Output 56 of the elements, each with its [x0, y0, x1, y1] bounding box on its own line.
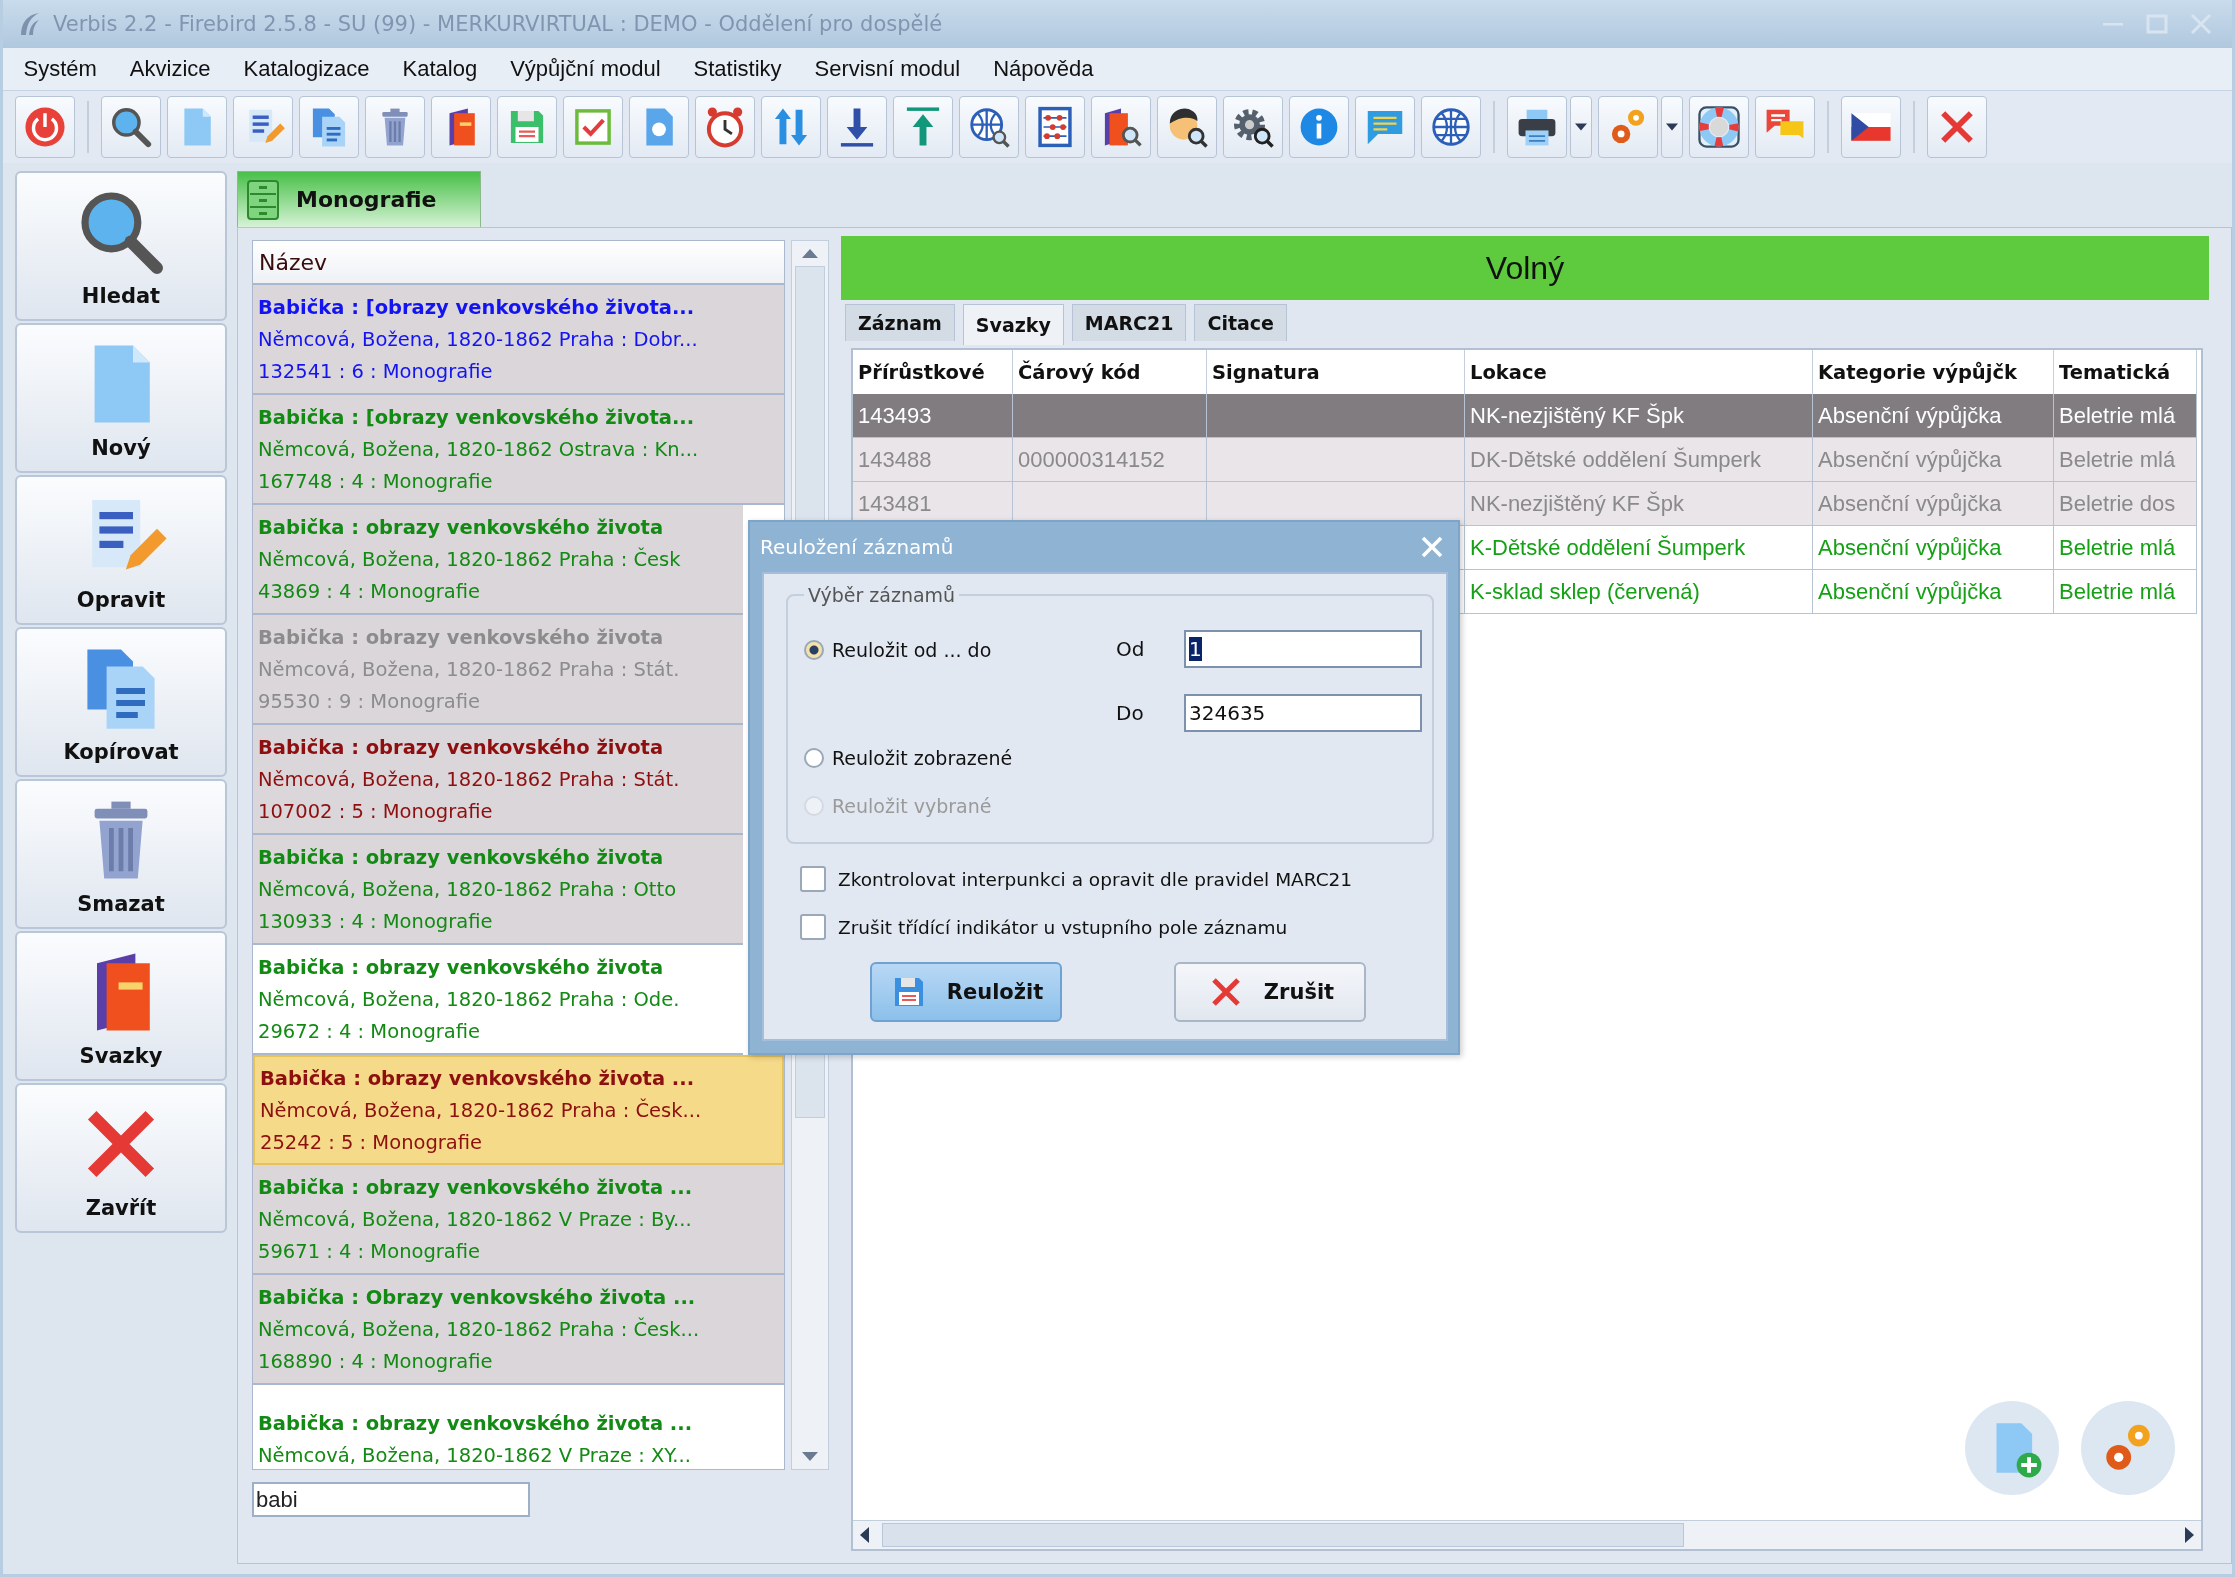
record-title: Babička : Obrazy venkovského života ... [258, 1284, 697, 1311]
record-info: 29672 : 4 : Monografie [258, 1018, 482, 1045]
record-title: Babička : obrazy venkovského života [258, 514, 665, 541]
table-cell: K-sklad sklep (červená) [1465, 570, 1813, 614]
table-cell: 143493 [853, 394, 1013, 438]
record-title: Babička : obrazy venkovského života [258, 734, 665, 761]
record-title: Babička : [obrazy venkovského života... [258, 404, 696, 431]
record-info: 168890 : 4 : Monografie [258, 1348, 494, 1375]
table-cell: 143488 [853, 438, 1013, 482]
window-title: Verbis 2.2 - Firebird 2.5.8 - SU (99) - MERKURVIRTUAL : DEMO - Oddělení pro dospělé [53, 12, 943, 36]
record-title: Babička : obrazy venkovského života [258, 954, 665, 981]
record-info: 25242 : 5 : Monografie [260, 1129, 484, 1156]
table-cell: Beletrie mlá [2054, 526, 2197, 570]
record-title: Babička : obrazy venkovského života [258, 624, 665, 651]
record-author: Němcová, Božena, 1820-1862 Ostrava : Kn... [258, 436, 700, 463]
group-title: Výběr záznamů [807, 584, 957, 606]
table-cell: NK-nezjištěný KF Špk [1465, 394, 1813, 438]
table-cell: Beletrie mlá [2054, 438, 2197, 482]
dialog-title: Reuložení záznamů [760, 535, 954, 559]
table-cell: NK-nezjištěný KF Špk [1465, 482, 1813, 526]
table-cell: Absenční výpůjčka [1813, 438, 2054, 482]
record-title: Babička : obrazy venkovského života ... [260, 1065, 696, 1092]
record-author: Němcová, Božena, 1820-1862 Praha : Stát. [258, 766, 681, 793]
table-cell: K-Dětské oddělení Šumperk [1465, 526, 1813, 570]
record-author: Němcová, Božena, 1820-1862 V Praze : XY... [258, 1442, 692, 1469]
record-info: 132541 : 6 : Monografie [258, 358, 494, 385]
record-info: 130933 : 4 : Monografie [258, 908, 494, 935]
table-cell: Beletrie mlá [2054, 394, 2197, 438]
record-author: Němcová, Božena, 1820-1862 Praha : Česk... [258, 1316, 701, 1343]
record-author: Němcová, Božena, 1820-1862 Praha : Otto [258, 876, 678, 903]
table-cell: Absenční výpůjčka [1813, 570, 2054, 614]
record-title: Babička : obrazy venkovského života ... [258, 1410, 694, 1437]
record-title: Babička : [obrazy venkovského života... [258, 294, 696, 321]
record-title: Babička : obrazy venkovského života [258, 844, 665, 871]
status-banner: Volný [841, 236, 2209, 300]
record-author: Němcová, Božena, 1820-1862 V Praze : By... [258, 1206, 693, 1233]
field-label: Do [1115, 701, 1145, 725]
table-cell: DK-Dětské oddělení Šumperk [1465, 438, 1813, 482]
record-info: 59671 : 4 : Monografie [258, 1238, 482, 1265]
table-cell: Absenční výpůjčka [1813, 526, 2054, 570]
record-author: Němcová, Božena, 1820-1862 Praha : Stát. [258, 656, 681, 683]
record-info: 95530 : 9 : Monografie [258, 688, 482, 715]
record-author: Němcová, Božena, 1820-1862 Praha : Ode. [258, 986, 681, 1013]
record-info: 107002 : 5 : Monografie [258, 798, 494, 825]
table-cell: 000000314152 [1013, 438, 1207, 482]
record-title: Babička : obrazy venkovského života ... [258, 1174, 694, 1201]
record-author: Němcová, Božena, 1820-1862 Praha : Dobr... [258, 326, 699, 353]
record-author: Němcová, Božena, 1820-1862 Praha : Česk [258, 546, 682, 573]
record-author: Němcová, Božena, 1820-1862 Praha : Česk... [260, 1097, 703, 1124]
table-cell: Absenční výpůjčka [1813, 394, 2054, 438]
record-info: 43869 : 4 : Monografie [258, 578, 482, 605]
table-cell: Beletrie dos [2054, 482, 2197, 526]
table-cell: Beletrie mlá [2054, 570, 2197, 614]
record-info: 167748 : 4 : Monografie [258, 468, 494, 495]
table-cell: Absenční výpůjčka [1813, 482, 2054, 526]
field-label: Od [1115, 637, 1146, 661]
